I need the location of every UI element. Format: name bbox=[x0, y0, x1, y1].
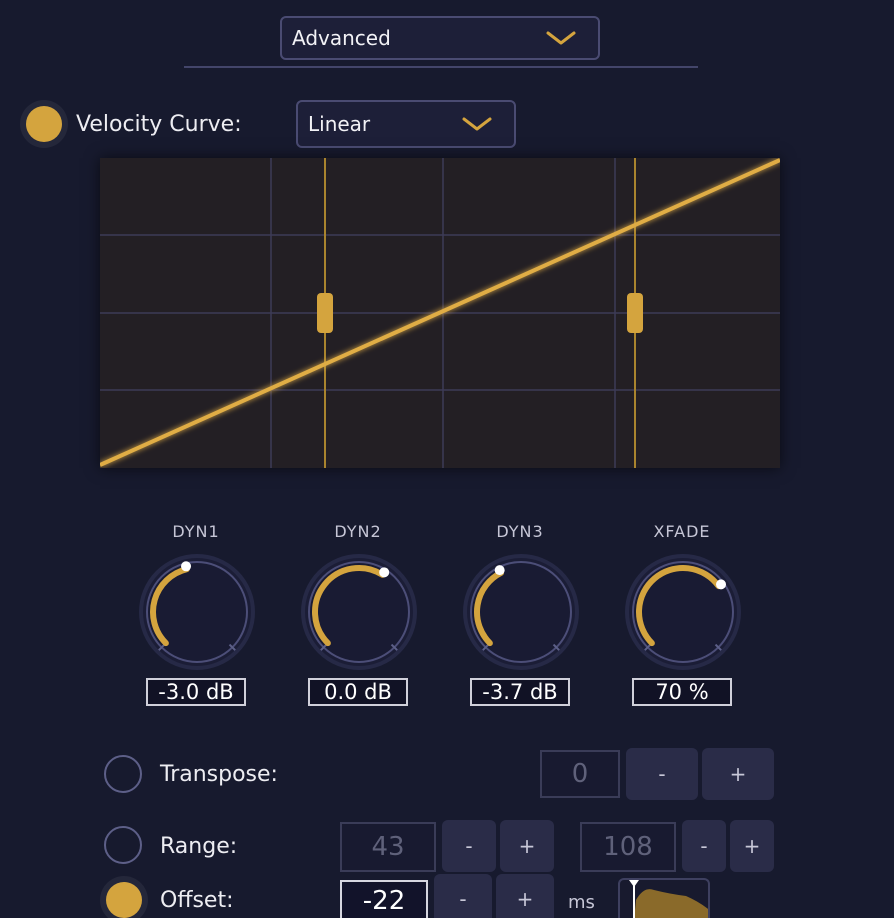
range-low-minus-button[interactable]: - bbox=[442, 820, 496, 872]
range-toggle[interactable] bbox=[104, 826, 142, 864]
split-handle-right[interactable] bbox=[627, 293, 643, 333]
chevron-down-icon bbox=[546, 26, 576, 50]
knob-value-dyn1[interactable]: -3.0 dB bbox=[146, 678, 246, 706]
range-label: Range: bbox=[160, 834, 238, 859]
knob-title-dyn3: DYN3 bbox=[496, 522, 544, 541]
transpose-value[interactable]: 0 bbox=[540, 750, 620, 798]
range-high-minus-button[interactable]: - bbox=[682, 820, 726, 872]
velocity-curve-dropdown[interactable]: Linear bbox=[296, 100, 516, 148]
knob-indicator-dot bbox=[379, 567, 390, 578]
offset-value[interactable]: -22 bbox=[340, 880, 428, 918]
offset-label: Offset: bbox=[160, 888, 234, 913]
waveform-shape bbox=[634, 889, 708, 918]
transpose-toggle[interactable] bbox=[104, 755, 142, 793]
velocity-curve-graph[interactable] bbox=[99, 158, 781, 468]
range-low-value[interactable]: 43 bbox=[340, 822, 436, 872]
knob-title-dyn2: DYN2 bbox=[334, 522, 382, 541]
knob-indicator-dot bbox=[716, 579, 727, 590]
knob-indicator-dot bbox=[181, 561, 192, 572]
knob-title-xfade: XFADE bbox=[653, 522, 711, 541]
transpose-minus-button[interactable]: - bbox=[626, 748, 698, 800]
knob-dyn2[interactable] bbox=[297, 550, 421, 674]
knob-value-xfade[interactable]: 70 % bbox=[632, 678, 732, 706]
knob-indicator-dot bbox=[494, 565, 505, 576]
knob-xfade[interactable] bbox=[621, 550, 745, 674]
knob-title-dyn1: DYN1 bbox=[172, 522, 220, 541]
offset-toggle[interactable] bbox=[106, 882, 142, 918]
chevron-down-icon bbox=[462, 112, 492, 136]
velocity-curve-label: Velocity Curve: bbox=[76, 112, 242, 137]
offset-unit: ms bbox=[568, 892, 595, 913]
knob-dyn1[interactable] bbox=[135, 550, 259, 674]
velocity-curve-toggle[interactable] bbox=[26, 106, 62, 142]
range-high-plus-button[interactable]: + bbox=[730, 820, 774, 872]
velocity-curve-value: Linear bbox=[308, 112, 371, 136]
offset-minus-button[interactable]: - bbox=[434, 874, 492, 918]
mode-dropdown[interactable]: Advanced bbox=[280, 16, 600, 60]
range-low-plus-button[interactable]: + bbox=[500, 820, 554, 872]
header-divider bbox=[184, 66, 698, 68]
split-handle-left[interactable] bbox=[317, 293, 333, 333]
offset-plus-button[interactable]: + bbox=[496, 874, 554, 918]
offset-waveform-preview[interactable] bbox=[618, 878, 710, 918]
range-high-value[interactable]: 108 bbox=[580, 822, 676, 872]
transpose-plus-button[interactable]: + bbox=[702, 748, 774, 800]
knob-dyn3[interactable] bbox=[459, 550, 583, 674]
offset-marker-head bbox=[629, 880, 639, 887]
knob-value-dyn3[interactable]: -3.7 dB bbox=[470, 678, 570, 706]
mode-dropdown-value: Advanced bbox=[292, 26, 391, 50]
knob-value-dyn2[interactable]: 0.0 dB bbox=[308, 678, 408, 706]
transpose-label: Transpose: bbox=[160, 762, 278, 787]
